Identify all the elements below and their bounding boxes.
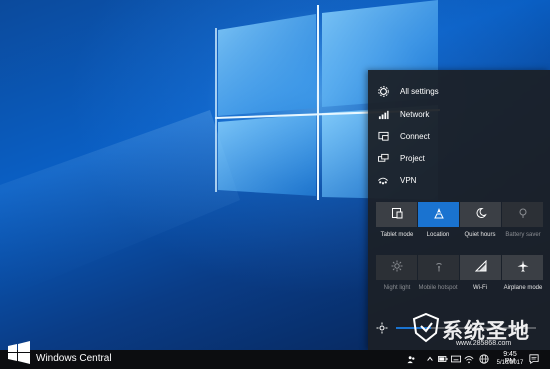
quiet-hours-tile[interactable] <box>460 202 501 227</box>
network-icon <box>375 106 391 122</box>
tile-label: Quiet hours <box>464 232 496 238</box>
night-light-tile[interactable] <box>376 255 417 280</box>
tile-label: Location <box>426 232 450 238</box>
menu-item-vpn[interactable]: VPN <box>368 169 550 191</box>
menu-item-label: All settings <box>400 86 439 96</box>
project-icon <box>375 150 391 166</box>
hotspot-icon <box>433 259 445 277</box>
battery-saver-icon <box>517 206 529 224</box>
tablet-mode-tile[interactable] <box>376 202 417 227</box>
keyboard-icon[interactable] <box>451 354 461 364</box>
language-icon[interactable] <box>479 354 489 364</box>
tablet-mode-icon <box>391 206 403 224</box>
brightness-icon <box>376 321 388 339</box>
moon-icon <box>475 206 487 224</box>
wifi-icon <box>474 259 487 277</box>
brand-label: Windows Central <box>36 353 112 364</box>
location-tile[interactable] <box>418 202 459 227</box>
menu-item-label: VPN <box>400 175 417 185</box>
clock-date[interactable]: 5/16/2017 <box>495 360 525 366</box>
airplane-icon <box>517 259 529 277</box>
action-center-icon[interactable] <box>529 354 539 364</box>
gear-icon <box>375 83 391 99</box>
action-center-panel: All settings Network Connect Project VPN <box>368 70 550 350</box>
tile-label: Mobile hotspot <box>418 285 458 291</box>
menu-item-label: Connect <box>400 131 430 141</box>
airplane-mode-tile[interactable] <box>502 255 543 280</box>
battery-icon[interactable] <box>438 354 448 364</box>
windows-start-icon[interactable] <box>6 340 32 366</box>
vpn-icon <box>375 172 391 188</box>
tile-label: Wi-Fi <box>473 285 487 291</box>
menu-item-label: Project <box>400 153 425 163</box>
mobile-hotspot-tile[interactable] <box>418 255 459 280</box>
tile-label: Airplane mode <box>503 285 543 291</box>
chevron-up-icon[interactable] <box>425 354 435 364</box>
menu-item-project[interactable]: Project <box>368 147 550 169</box>
menu-item-all-settings[interactable]: All settings <box>368 80 550 102</box>
location-icon <box>433 206 445 224</box>
wifi-tray-icon[interactable] <box>464 354 474 364</box>
wifi-tile[interactable] <box>460 255 501 280</box>
watermark-shield-logo <box>412 313 440 343</box>
menu-item-network[interactable]: Network <box>368 103 550 125</box>
menu-item-connect[interactable]: Connect <box>368 125 550 147</box>
people-icon[interactable] <box>406 354 416 364</box>
battery-saver-tile[interactable] <box>502 202 543 227</box>
night-light-icon <box>391 259 403 277</box>
tile-label: Battery saver <box>505 232 541 238</box>
watermark-url: www.285868.com <box>456 340 512 347</box>
connect-icon <box>375 128 391 144</box>
menu-item-label: Network <box>400 109 430 119</box>
